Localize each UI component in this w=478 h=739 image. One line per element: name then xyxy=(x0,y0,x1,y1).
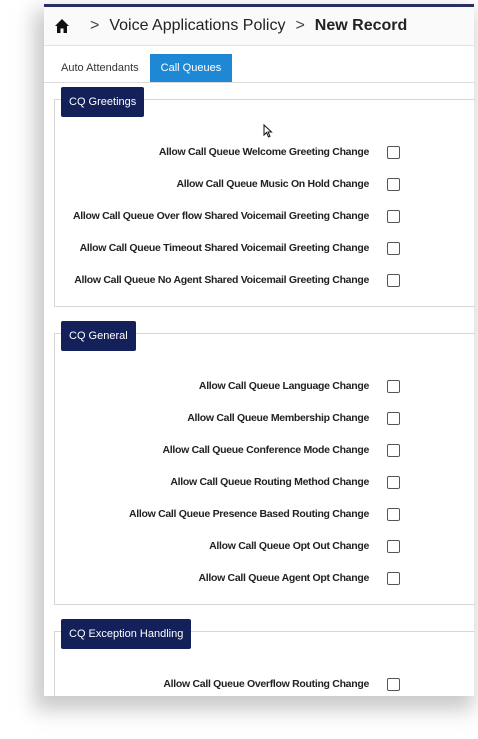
breadcrumb-parent[interactable]: Voice Applications Policy xyxy=(109,17,285,35)
form-content: CQ Greetings Allow Call Queue Welcome Gr… xyxy=(44,87,474,696)
setting-checkbox[interactable] xyxy=(387,411,400,425)
setting-row: Allow Call Queue Language Change xyxy=(55,370,474,402)
setting-checkbox[interactable] xyxy=(387,475,400,489)
setting-label: Allow Call Queue Music On Hold Change xyxy=(176,178,369,190)
setting-checkbox[interactable] xyxy=(387,273,400,287)
setting-row: Allow Call Queue Agent Opt Change xyxy=(55,562,474,594)
setting-checkbox[interactable] xyxy=(387,443,400,457)
setting-checkbox[interactable] xyxy=(387,379,400,393)
tab-call-queues[interactable]: Call Queues xyxy=(149,54,233,82)
setting-label: Allow Call Queue Opt Out Change xyxy=(209,540,369,552)
setting-label: Allow Call Queue No Agent Shared Voicema… xyxy=(74,274,369,286)
setting-label: Allow Call Queue Membership Change xyxy=(187,412,369,424)
section-cq-general: CQ General Allow Call Queue Language Cha… xyxy=(54,321,474,605)
setting-checkbox[interactable] xyxy=(387,177,400,191)
section-title: CQ Greetings xyxy=(61,87,145,117)
setting-label: Allow Call Queue Agent Opt Change xyxy=(198,572,369,584)
setting-checkbox[interactable] xyxy=(387,539,400,553)
setting-row: Allow Call Queue Membership Change xyxy=(55,402,474,434)
section-title: CQ General xyxy=(61,321,136,351)
setting-row: Allow Call Queue Routing Method Change xyxy=(55,466,474,498)
setting-label: Allow Call Queue Presence Based Routing … xyxy=(128,508,369,520)
setting-checkbox[interactable] xyxy=(387,507,400,521)
setting-label: Allow Call Queue Over flow Shared Voicem… xyxy=(72,210,369,222)
record-window: > Voice Applications Policy > New Record… xyxy=(44,4,474,696)
setting-label: Allow Call Queue Routing Method Change xyxy=(170,476,369,488)
section-cq-exception-handling: CQ Exception Handling Allow Call Queue O… xyxy=(54,619,474,696)
setting-row: Allow Call Queue Opt Out Change xyxy=(55,530,474,562)
setting-checkbox[interactable] xyxy=(387,571,400,585)
setting-label: Allow Call Queue Timeout Shared Voicemai… xyxy=(79,242,370,254)
setting-label: Allow Call Queue Overflow Routing Change xyxy=(163,678,369,690)
setting-label: Allow Call Queue Welcome Greeting Change xyxy=(158,146,369,158)
setting-checkbox[interactable] xyxy=(387,677,400,691)
setting-row: Allow Call Queue Conference Mode Change xyxy=(55,434,474,466)
setting-checkbox[interactable] xyxy=(387,209,400,223)
setting-row: Allow Call Queue Timeout Shared Voicemai… xyxy=(55,232,474,264)
breadcrumb: > Voice Applications Policy > New Record xyxy=(44,7,474,46)
setting-label: Allow Call Queue Language Change xyxy=(198,380,369,392)
tab-bar: Auto Attendants Call Queues xyxy=(44,52,474,83)
setting-checkbox[interactable] xyxy=(387,241,400,255)
setting-row: Allow Call Queue Overflow Routing Change xyxy=(55,668,474,696)
setting-row: Allow Call Queue Welcome Greeting Change xyxy=(55,136,474,168)
setting-row: Allow Call Queue Presence Based Routing … xyxy=(55,498,474,530)
mouse-cursor-icon xyxy=(263,124,273,138)
setting-row: Allow Call Queue Music On Hold Change xyxy=(55,168,474,200)
breadcrumb-current: New Record xyxy=(314,17,408,34)
home-icon[interactable] xyxy=(54,18,70,34)
setting-row: Allow Call Queue No Agent Shared Voicema… xyxy=(55,264,474,296)
breadcrumb-separator: > xyxy=(295,17,305,34)
setting-row: Allow Call Queue Over flow Shared Voicem… xyxy=(55,200,474,232)
section-title: CQ Exception Handling xyxy=(61,619,192,649)
breadcrumb-separator: > xyxy=(90,17,100,34)
setting-checkbox[interactable] xyxy=(387,145,400,159)
tab-auto-attendants[interactable]: Auto Attendants xyxy=(50,54,150,82)
setting-label: Allow Call Queue Conference Mode Change xyxy=(162,444,370,456)
